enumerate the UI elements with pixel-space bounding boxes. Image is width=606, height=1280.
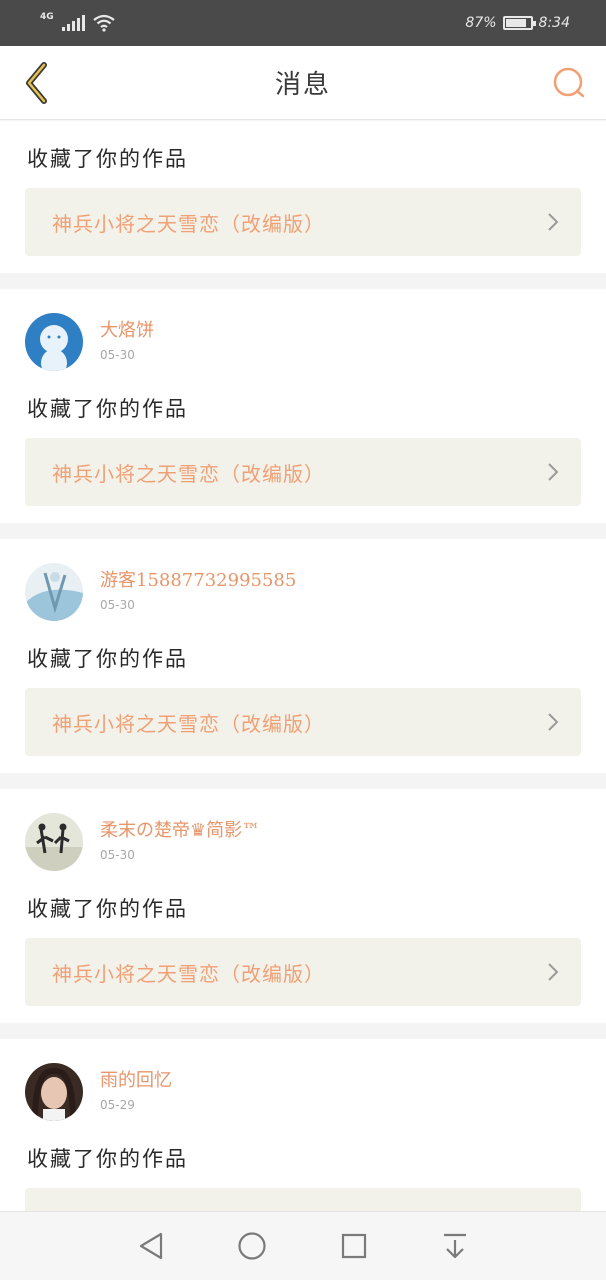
username[interactable]: 柔末の楚帝♛简影™ [100,816,260,842]
wifi-icon [92,14,115,32]
work-link[interactable]: 神兵小将之天雪恋（改编版） [25,938,581,1006]
user-info[interactable]: 柔末の楚帝♛简影™ 05-30 [25,813,260,871]
timestamp: 05-30 [100,848,135,862]
search-icon [553,67,585,98]
app-header: 消息 [0,46,606,120]
timestamp: 05-29 [100,1098,135,1112]
nav-notification-button[interactable] [430,1221,480,1271]
timestamp: 05-30 [100,348,135,362]
chevron-right-icon [547,212,559,232]
status-bar: 4G 87% 8:34 [0,0,606,46]
nav-recents-button[interactable] [329,1221,379,1271]
action-text: 收藏了你的作品 [27,897,188,921]
notification-card: 大烙饼 05-30 收藏了你的作品 神兵小将之天雪恋（改编版） [0,289,606,523]
avatar[interactable] [25,563,83,621]
timestamp: 05-30 [100,598,135,612]
clock: 8:34 [538,15,570,31]
work-link[interactable]: 神兵小将之天雪恋（改编版） [25,688,581,756]
chevron-right-icon [547,962,559,982]
chevron-left-icon [26,62,47,104]
avatar[interactable] [25,313,83,371]
square-recents-icon [341,1233,366,1259]
action-text: 收藏了你的作品 [27,147,188,171]
signal-icon [61,15,85,31]
back-button[interactable] [14,60,60,106]
pull-down-icon [444,1233,467,1259]
search-button[interactable] [546,60,592,106]
avatar[interactable] [25,1063,83,1121]
action-text: 收藏了你的作品 [27,647,188,671]
notification-card: 雨的回忆 05-29 收藏了你的作品 [0,1039,606,1211]
work-title: 神兵小将之天雪恋（改编版） [52,961,325,986]
work-title: 神兵小将之天雪恋（改编版） [52,211,325,236]
username[interactable]: 大烙饼 [100,316,154,342]
notification-card: 柔末の楚帝♛简影™ 05-30 收藏了你的作品 神兵小将之天雪恋（改编版） [0,789,606,1023]
username[interactable]: 游客15887732995585 [100,566,296,592]
chevron-right-icon [547,712,559,732]
notification-card: 游客15887732995585 05-30 收藏了你的作品 神兵小将之天雪恋（… [0,539,606,773]
network-type: 4G [40,12,54,22]
nav-back-button[interactable] [126,1221,176,1271]
user-info[interactable]: 游客15887732995585 05-30 [25,563,296,621]
page-title: 消息 [274,70,331,100]
work-title: 神兵小将之天雪恋（改编版） [52,711,325,736]
action-text: 收藏了你的作品 [27,1147,188,1171]
chevron-right-icon [547,462,559,482]
user-info[interactable]: 雨的回忆 05-29 [25,1063,172,1121]
notification-list[interactable]: 收藏了你的作品 神兵小将之天雪恋（改编版） 大烙饼 05-30 收藏了你的作品 … [0,121,606,1211]
work-link[interactable]: 神兵小将之天雪恋（改编版） [25,438,581,506]
battery-level [505,19,527,27]
work-title: 神兵小将之天雪恋（改编版） [52,461,325,486]
username[interactable]: 雨的回忆 [100,1066,172,1092]
circle-home-icon [238,1232,266,1260]
work-link[interactable] [25,1188,581,1211]
avatar[interactable] [25,813,83,871]
system-nav-bar [0,1211,606,1280]
battery-percent: 87% [465,15,497,31]
notification-card: 收藏了你的作品 神兵小将之天雪恋（改编版） [0,121,606,273]
work-link[interactable]: 神兵小将之天雪恋（改编版） [25,188,581,256]
nav-home-button[interactable] [227,1221,277,1271]
action-text: 收藏了你的作品 [27,397,188,421]
triangle-back-icon [139,1232,162,1260]
user-info[interactable]: 大烙饼 05-30 [25,313,154,371]
battery-icon [502,16,536,30]
